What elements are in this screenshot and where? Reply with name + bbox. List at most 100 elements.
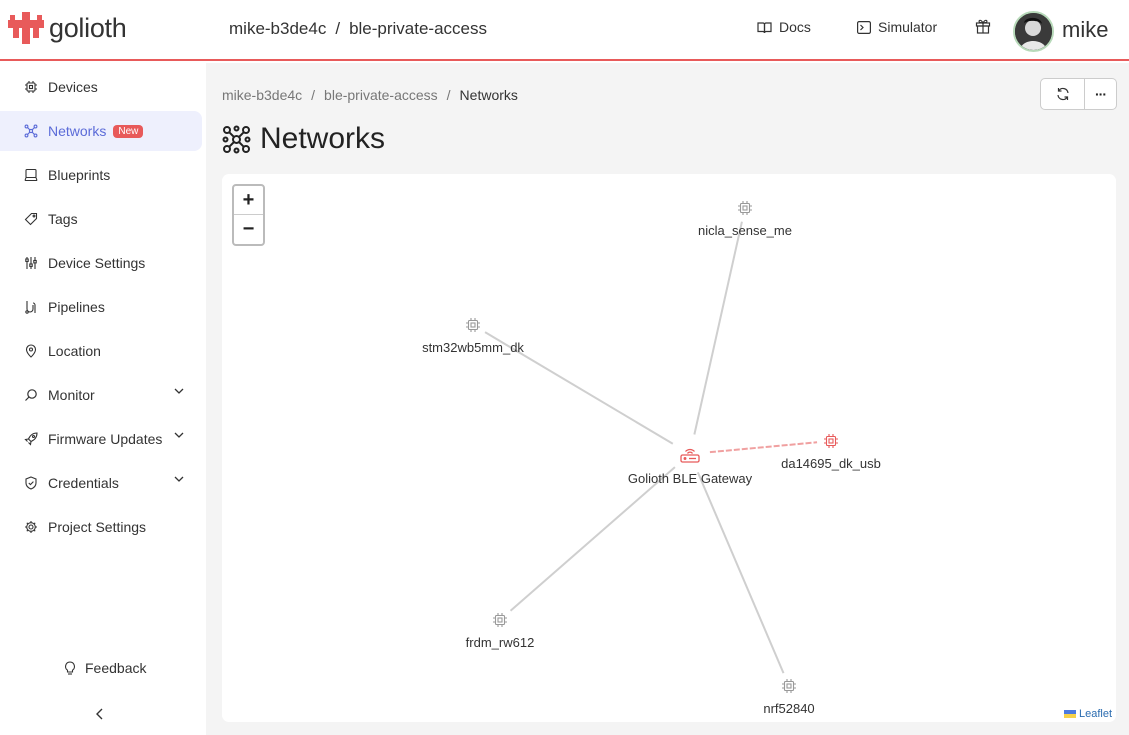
device-node-chip-icon[interactable] [737,200,753,221]
sidebar-item-label: Networks [48,123,107,139]
monitor-icon [24,388,38,402]
breadcrumb-current: Networks [459,87,518,103]
chip-icon [24,80,38,94]
golioth-logo[interactable]: golioth [8,12,127,44]
chevron-left-icon [96,708,103,720]
sidebar-item-pipelines[interactable]: Pipelines [0,287,202,327]
main-content: mike-b3de4c / ble-private-access / Netwo… [206,63,1129,735]
device-node-chip-icon[interactable] [781,678,797,699]
lightbulb-icon [65,660,75,675]
leaflet-attribution[interactable]: Leaflet [1059,706,1116,722]
avatar-image [1015,13,1052,50]
ukraine-flag-icon [1063,710,1076,718]
sidebar-item-label: Device Settings [48,255,146,271]
sidebar-item-label: Monitor [48,387,95,403]
user-name[interactable]: mike [1062,17,1108,43]
sidebar-item-blueprints[interactable]: Blueprints [0,155,202,195]
simulator-link[interactable]: Simulator [857,19,937,35]
device-node-label[interactable]: da14695_dk_usb [781,456,881,471]
project-name[interactable]: ble-private-access [349,19,487,39]
sidebar-item-monitor[interactable]: Monitor [0,375,202,415]
breadcrumb-project[interactable]: ble-private-access [324,87,438,103]
more-options-button[interactable]: ··· [1085,78,1117,110]
network-link [693,221,743,435]
sliders-icon [24,256,38,270]
chevron-down-icon[interactable] [174,432,184,438]
top-header: golioth mike-b3de4c / ble-private-access… [0,0,1129,61]
zoom-in-button[interactable]: + [234,186,263,215]
gear-icon [24,520,38,534]
refresh-button[interactable] [1040,78,1085,110]
device-node-chip-icon[interactable] [492,612,508,633]
sidebar-item-firmware-updates[interactable]: Firmware Updates [0,419,202,459]
docs-link[interactable]: Docs [757,19,811,35]
whats-new-button[interactable] [975,18,991,39]
device-node-chip-icon[interactable] [823,433,839,454]
terminal-icon [857,20,871,34]
refresh-icon [1056,87,1069,101]
page-title: Networks [222,122,385,156]
sidebar-item-devices[interactable]: Devices [0,67,202,107]
breadcrumb-separator: / [446,87,451,103]
collapse-sidebar-button[interactable] [94,707,106,725]
sidebar-item-label: Project Settings [48,519,147,535]
gateway-label[interactable]: Golioth BLE Gateway [628,471,752,486]
network-icon [222,125,251,153]
shield-icon [24,476,38,490]
rocket-icon [24,432,38,446]
docs-label: Docs [779,19,811,35]
breadcrumb-separator: / [311,87,316,103]
tag-icon [24,212,38,226]
chevron-down-icon[interactable] [174,388,184,394]
breadcrumb-org[interactable]: mike-b3de4c [222,87,302,103]
network-link [509,466,676,612]
page-title-text: Networks [260,122,386,155]
device-node-label[interactable]: stm32wb5mm_dk [422,340,524,355]
golioth-logo-icon [8,12,44,44]
sidebar-item-label: Blueprints [48,167,111,183]
gateway-router-icon[interactable] [679,443,701,470]
new-badge: New [113,124,144,138]
sidebar-item-label: Pipelines [48,299,105,315]
book-icon [757,21,772,33]
device-node-chip-icon[interactable] [465,317,481,338]
sidebar-item-networks[interactable]: Networks New [0,111,202,151]
sidebar-item-label: Credentials [48,475,119,491]
page-actions: ··· [1040,78,1117,110]
attribution-label: Leaflet [1078,708,1112,720]
network-map[interactable]: + − Leaflet nicla_sense_me stm32wb5mm_dkd… [222,174,1116,722]
project-path-separator: / [335,19,341,38]
project-org[interactable]: mike-b3de4c [229,19,326,39]
location-pin-icon [24,344,38,358]
sidebar-item-credentials[interactable]: Credentials [0,463,202,503]
device-node-label[interactable]: nicla_sense_me [698,223,792,238]
chevron-down-icon[interactable] [174,476,184,482]
network-link [696,472,785,674]
device-node-label[interactable]: frdm_rw612 [466,635,535,650]
network-link [709,441,818,454]
sidebar-item-project-settings[interactable]: Project Settings [0,507,202,547]
gift-icon [975,19,991,34]
sidebar-item-device-settings[interactable]: Device Settings [0,243,202,283]
zoom-out-button[interactable]: − [234,215,263,244]
feedback-button[interactable]: Feedback [64,660,146,676]
logo-text: golioth [49,12,127,43]
breadcrumb: mike-b3de4c / ble-private-access / Netwo… [222,87,518,103]
user-avatar[interactable] [1013,11,1054,52]
sidebar-item-label: Devices [48,79,98,95]
blueprint-icon [24,168,38,182]
simulator-label: Simulator [878,19,938,35]
pipeline-icon [24,300,38,314]
more-icon: ··· [1095,86,1107,102]
zoom-controls: + − [232,184,265,246]
network-icon [24,124,38,138]
network-edges [484,221,818,674]
project-selector[interactable]: mike-b3de4c / ble-private-access [229,19,487,39]
sidebar-item-tags[interactable]: Tags [0,199,202,239]
sidebar-item-label: Location [48,343,101,359]
sidebar-item-label: Firmware Updates [48,431,163,447]
sidebar-item-label: Tags [48,211,78,227]
device-node-label[interactable]: nrf52840 [763,701,814,716]
feedback-label: Feedback [85,660,147,676]
sidebar-item-location[interactable]: Location [0,331,202,371]
